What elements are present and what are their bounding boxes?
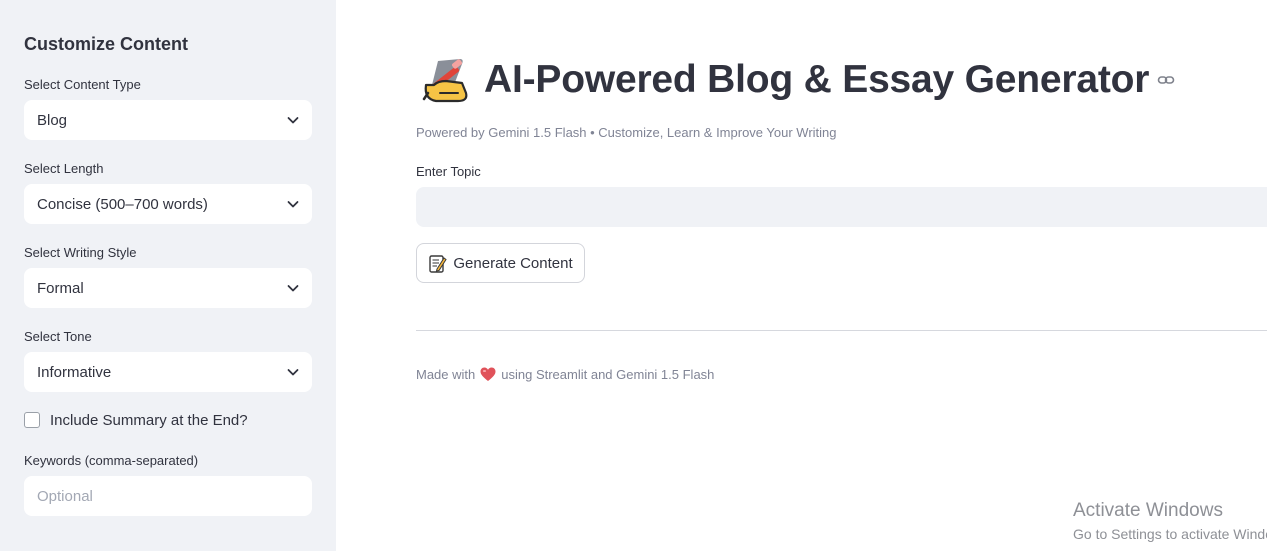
tone-value: Informative (37, 363, 112, 381)
activate-windows-watermark: Activate Windows Go to Settings to activ… (1073, 500, 1267, 544)
divider (416, 330, 1267, 331)
summary-checkbox-row[interactable]: Include Summary at the End? (24, 410, 248, 430)
subtitle: Powered by Gemini 1.5 Flash • Customize,… (416, 125, 837, 140)
footer: Made with using Streamlit and Gemini 1.5… (416, 367, 714, 382)
topic-label: Enter Topic (416, 164, 481, 179)
tone-label: Select Tone (24, 329, 92, 344)
footer-prefix: Made with (416, 367, 476, 382)
writing-style-value: Formal (37, 279, 84, 297)
page-title: AI-Powered Blog & Essay Generator (484, 58, 1150, 101)
writing-style-label: Select Writing Style (24, 245, 137, 260)
content-type-label: Select Content Type (24, 77, 141, 92)
summary-checkbox[interactable] (24, 412, 40, 428)
watermark-subtitle: Go to Settings to activate Windows. (1073, 526, 1267, 542)
keywords-label: Keywords (comma-separated) (24, 453, 199, 468)
sidebar: Customize Content Select Content Type Bl… (0, 0, 336, 551)
page-title-row: AI-Powered Blog & Essay Generator (418, 55, 1175, 105)
chevron-down-icon (286, 197, 300, 211)
tone-select[interactable]: Informative (24, 352, 312, 392)
generate-button-label: Generate Content (453, 254, 573, 272)
summary-checkbox-label[interactable]: Include Summary at the End? (50, 412, 248, 429)
topic-input[interactable] (416, 187, 1267, 227)
memo-icon (428, 254, 448, 273)
main-content: AI-Powered Blog & Essay Generator Powere… (336, 0, 1267, 551)
sidebar-title: Customize Content (24, 34, 188, 54)
length-value: Concise (500–700 words) (37, 195, 208, 213)
length-label: Select Length (24, 161, 104, 176)
content-type-select[interactable]: Blog (24, 100, 312, 140)
link-icon[interactable] (1157, 71, 1175, 89)
chevron-down-icon (286, 113, 300, 127)
content-type-value: Blog (37, 111, 68, 129)
writing-style-select[interactable]: Formal (24, 268, 312, 308)
length-select[interactable]: Concise (500–700 words) (24, 184, 312, 224)
writing-hand-icon (418, 55, 472, 105)
chevron-down-icon (286, 365, 300, 379)
heart-icon (480, 367, 496, 382)
chevron-down-icon (286, 281, 300, 295)
watermark-title: Activate Windows (1073, 500, 1223, 521)
keywords-input[interactable] (24, 476, 312, 516)
footer-suffix: using Streamlit and Gemini 1.5 Flash (501, 367, 715, 382)
app-root: Customize Content Select Content Type Bl… (0, 0, 1267, 551)
generate-content-button[interactable]: Generate Content (416, 243, 585, 283)
